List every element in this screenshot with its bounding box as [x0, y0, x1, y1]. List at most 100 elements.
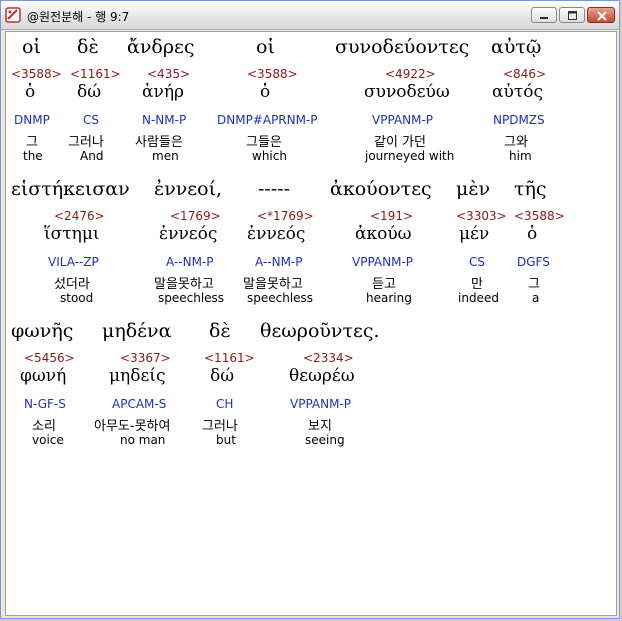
parse-code: VPPANM-P: [372, 113, 434, 127]
korean-gloss: 그러나: [68, 135, 104, 150]
parse-code: A--NM-P: [166, 255, 214, 269]
greek-word[interactable]: δὲ: [209, 320, 231, 342]
lemma: θεωρέω: [289, 366, 355, 386]
korean-gloss: 섰더라: [54, 277, 90, 292]
korean-gloss: 같이 가던: [374, 135, 426, 150]
close-button[interactable]: [587, 7, 615, 23]
strong-number[interactable]: <435>: [147, 67, 190, 81]
parse-code: APCAM-S: [112, 397, 167, 411]
close-icon: [597, 11, 607, 21]
minimize-button[interactable]: [531, 7, 557, 23]
english-gloss: voice: [32, 433, 64, 447]
english-gloss: And: [80, 149, 104, 163]
english-gloss: stood: [60, 291, 94, 305]
strong-number[interactable]: <3588>: [514, 209, 565, 223]
lemma: ὁ: [25, 82, 36, 102]
english-gloss: speechless: [247, 291, 314, 305]
strong-number[interactable]: <2476>: [54, 209, 105, 223]
lemma: δώ: [77, 82, 102, 102]
english-gloss: but: [216, 433, 236, 447]
korean-gloss: 소리: [32, 419, 56, 434]
korean-gloss: 듣고: [372, 277, 396, 292]
strong-number[interactable]: <3303>: [456, 209, 507, 223]
parse-code: CS: [83, 113, 99, 127]
title-bar[interactable]: @원전분해 - 행 9:7: [1, 1, 619, 30]
english-gloss: him: [509, 149, 532, 163]
greek-word[interactable]: ἄνδρες: [127, 36, 194, 58]
parse-code: CS: [469, 255, 485, 269]
strong-number[interactable]: <1161>: [70, 67, 121, 81]
greek-word[interactable]: τῆς: [514, 178, 547, 200]
korean-gloss: 그: [26, 135, 38, 150]
minimize-icon: [540, 17, 548, 19]
parse-code: DNMP#APRNM-P: [217, 113, 318, 127]
english-gloss: no man: [120, 433, 166, 447]
lemma: μηδείς: [109, 366, 166, 386]
app-logo-icon: [5, 7, 21, 23]
strong-number[interactable]: <846>: [503, 67, 546, 81]
korean-gloss: 말을못하고: [243, 277, 303, 292]
strong-number[interactable]: <1161>: [204, 351, 255, 365]
greek-word[interactable]: οἱ: [256, 36, 275, 58]
korean-gloss: 그들은: [246, 135, 282, 150]
greek-word[interactable]: ἀκούοντες: [330, 178, 432, 200]
lemma: ὁ: [527, 224, 538, 244]
parse-code: N-NM-P: [142, 113, 187, 127]
english-gloss: indeed: [458, 291, 499, 305]
greek-word[interactable]: -----: [258, 178, 290, 200]
greek-word[interactable]: δὲ: [77, 36, 99, 58]
greek-word[interactable]: θεωροῦντες.: [260, 320, 380, 342]
greek-word[interactable]: μὲν: [456, 178, 490, 200]
window-title: @원전분해 - 행 9:7: [27, 10, 130, 24]
english-gloss: which: [252, 149, 287, 163]
strong-number[interactable]: <191>: [370, 209, 413, 223]
greek-word[interactable]: οἱ: [22, 36, 41, 58]
english-gloss: journeyed with: [365, 149, 455, 163]
english-gloss: men: [152, 149, 179, 163]
strong-number[interactable]: <2334>: [303, 351, 354, 365]
greek-word[interactable]: ἐννεοί,: [154, 178, 222, 200]
english-gloss: a: [532, 291, 540, 305]
korean-gloss: 사람들은: [135, 135, 183, 150]
korean-gloss: 그러나: [202, 419, 238, 434]
lemma: ἵστημι: [44, 224, 100, 244]
strong-number[interactable]: <1769>: [170, 209, 221, 223]
strong-number[interactable]: <*1769>: [257, 209, 314, 223]
english-gloss: hearing: [366, 291, 412, 305]
lemma: μέν: [459, 224, 490, 244]
english-gloss: speechless: [158, 291, 225, 305]
greek-word[interactable]: εἱστήκεισαν: [11, 178, 130, 200]
interlinear-view[interactable]: οἱ <3588> ὁ DNMP 그 the δὲ <1161> δώ CS 그…: [5, 31, 617, 616]
lemma: ὁ: [260, 82, 271, 102]
korean-gloss: 만: [471, 277, 483, 292]
parse-code: N-GF-S: [24, 397, 66, 411]
lemma: ἐννεός: [159, 224, 218, 244]
english-gloss: the: [23, 149, 43, 163]
strong-number[interactable]: <5456>: [24, 351, 75, 365]
parse-code: NPDMZS: [493, 113, 545, 127]
maximize-button[interactable]: [559, 7, 585, 23]
maximize-icon: [568, 11, 577, 20]
app-window: @원전분해 - 행 9:7 οἱ <3588> ὁ DNMP 그 the δὲ …: [0, 0, 620, 619]
greek-word[interactable]: μηδένα: [102, 320, 171, 342]
lemma: ἀκούω: [355, 224, 412, 244]
lemma: φωνή: [20, 366, 67, 386]
strong-number[interactable]: <3588>: [247, 67, 298, 81]
parse-code: VPPANM-P: [352, 255, 414, 269]
strong-number[interactable]: <4922>: [385, 67, 436, 81]
greek-word[interactable]: συνοδεύοντες: [335, 36, 469, 58]
korean-gloss: 말을못하고: [154, 277, 214, 292]
lemma: αὐτός: [492, 82, 543, 102]
lemma: ἐννεός: [247, 224, 306, 244]
greek-word[interactable]: αὐτῷ: [491, 36, 541, 58]
korean-gloss: 보지: [308, 419, 332, 434]
korean-gloss: 그: [528, 277, 540, 292]
greek-word[interactable]: φωνῆς: [11, 320, 73, 342]
lemma: δώ: [210, 366, 235, 386]
parse-code: VILA--ZP: [48, 255, 99, 269]
strong-number[interactable]: <3588>: [11, 67, 62, 81]
korean-gloss: 그와: [504, 135, 528, 150]
parse-code: A--NM-P: [255, 255, 303, 269]
strong-number[interactable]: <3367>: [120, 351, 171, 365]
lemma: ἀνήρ: [142, 82, 184, 102]
